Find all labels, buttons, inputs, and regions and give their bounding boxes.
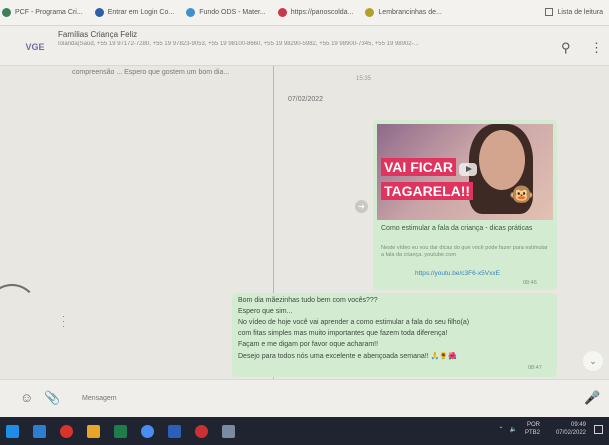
search-icon[interactable] <box>33 424 46 438</box>
bookmarks-bar: PCF - Programa Cri... Entrar em Login Co… <box>0 0 609 26</box>
video-title-line1: VAI FICAR <box>381 158 456 176</box>
search-icon[interactable]: ⚲ <box>561 40 571 56</box>
reading-list-icon <box>545 8 554 16</box>
paperclip-icon[interactable]: 📎 <box>44 390 60 406</box>
video-message-bubble[interactable]: 🐵 VAI FICAR TAGARELA!! Como estimular a … <box>373 120 557 290</box>
bookmark-item[interactable]: https://panoscolda... <box>277 8 354 17</box>
link-preview-description: Neste vídeo eu vou dar dicas do que você… <box>381 245 548 258</box>
system-tray: ⌃ 🔈 POR PTB2 09:49 07/02/2022 <box>498 421 603 437</box>
link-preview-title[interactable]: Como estimular a fala da criança - dicas… <box>381 224 549 233</box>
group-members: Iolanda(Saúd, +55 19 97172-7280, +55 19 … <box>58 41 419 47</box>
windows-start-icon[interactable] <box>6 424 19 438</box>
date-chip: 07/02/2022 <box>288 96 324 103</box>
bookmark-label: https://panoscolda... <box>290 9 354 16</box>
message-line: No vídeo de hoje você vai aprender a com… <box>238 319 470 326</box>
message-composer: ☺ 📎 🎤 <box>0 379 609 417</box>
message-line: com fitas simples mas muito importantes … <box>238 330 448 337</box>
message-line: Façam e me digam por favor oque acharam!… <box>238 341 379 348</box>
chevron-up-icon[interactable]: ⌃ <box>498 426 503 433</box>
message-line: Bom dia mãezinhas tudo bem com vocês??? <box>238 297 378 304</box>
bookmark-item[interactable]: Entrar em Login Co... <box>94 8 175 17</box>
monkey-icon: 🐵 <box>509 184 534 206</box>
chat-header: VGE Famílias Criança Feliz Iolanda(Saúd,… <box>0 26 609 66</box>
app-icon[interactable] <box>222 424 235 438</box>
microphone-icon[interactable]: 🎤 <box>584 390 600 406</box>
chrome-icon[interactable] <box>141 424 154 438</box>
files-icon[interactable] <box>87 424 100 438</box>
forward-icon[interactable]: ➜ <box>355 200 368 213</box>
clock[interactable]: 09:49 07/02/2022 <box>556 421 586 437</box>
play-icon[interactable] <box>459 163 477 176</box>
chat-area: compreensão ... Espero que gostem um bom… <box>0 66 609 379</box>
video-title-line2: TAGARELA!! <box>381 182 474 200</box>
excel-icon[interactable] <box>114 424 127 438</box>
reading-list-label: Lista de leitura <box>557 8 603 16</box>
message-time: 08:46 <box>523 280 537 286</box>
previous-message-excerpt: compreensão ... Espero que gostem um bom… <box>72 69 230 76</box>
bookmark-label: PCF - Programa Cri... <box>15 9 83 16</box>
bookmark-favicon-icon <box>94 8 104 17</box>
message-line: Desejo para todos nós uma excelente e ab… <box>238 353 457 360</box>
message-input[interactable] <box>70 387 570 409</box>
bookmark-label: Fundo ODS - Mater... <box>199 9 266 16</box>
message-time: 08:47 <box>528 365 542 371</box>
link-url[interactable]: https://youtu.be/c3F6-x5VxxE <box>415 270 500 277</box>
bookmark-item[interactable]: Lembrancinhas de... <box>365 8 442 17</box>
bookmark-favicon-icon <box>277 8 287 17</box>
reading-list-button[interactable]: Lista de leitura <box>545 8 603 16</box>
windows-taskbar: ⌃ 🔈 POR PTB2 09:49 07/02/2022 <box>0 417 609 445</box>
bookmark-label: Lembrancinhas de... <box>378 9 442 16</box>
message-line: Espero que sim... <box>238 308 293 315</box>
emoji-icon[interactable]: ☺ <box>20 390 33 405</box>
drag-handle: · · · <box>62 311 65 331</box>
message-time: 15:35 <box>356 76 372 82</box>
language-indicator[interactable]: POR PTB2 <box>525 421 540 437</box>
language-sub-label: PTB2 <box>524 430 540 436</box>
bookmark-favicon-icon <box>2 8 11 17</box>
page-curl-shadow <box>0 284 38 336</box>
notification-icon[interactable] <box>594 424 603 434</box>
word-icon[interactable] <box>168 424 181 438</box>
clock-date: 07/02/2022 <box>555 430 586 436</box>
scroll-down-icon[interactable]: ⌄ <box>583 351 603 371</box>
language-label: POR <box>526 422 540 428</box>
video-thumbnail[interactable]: 🐵 VAI FICAR TAGARELA!! <box>377 124 553 220</box>
video-person-face <box>479 130 525 190</box>
group-name[interactable]: Famílias Criança Feliz <box>58 30 137 39</box>
bookmark-item[interactable]: Fundo ODS - Mater... <box>186 8 266 17</box>
text-message-bubble[interactable]: Bom dia mãezinhas tudo bem com vocês??? … <box>232 293 557 377</box>
clock-time: 09:49 <box>570 422 586 428</box>
bookmark-item[interactable]: PCF - Programa Cri... <box>2 8 83 17</box>
opera-icon[interactable] <box>60 424 73 438</box>
bookmark-label: Entrar em Login Co... <box>107 9 175 16</box>
group-avatar[interactable]: VGE <box>24 36 46 58</box>
kebab-menu-icon[interactable]: ⋮ <box>590 40 603 56</box>
media-icon[interactable] <box>195 424 208 438</box>
volume-icon[interactable]: 🔈 <box>509 426 516 433</box>
bookmark-favicon-icon <box>186 8 196 17</box>
bookmark-favicon-icon <box>365 8 375 17</box>
